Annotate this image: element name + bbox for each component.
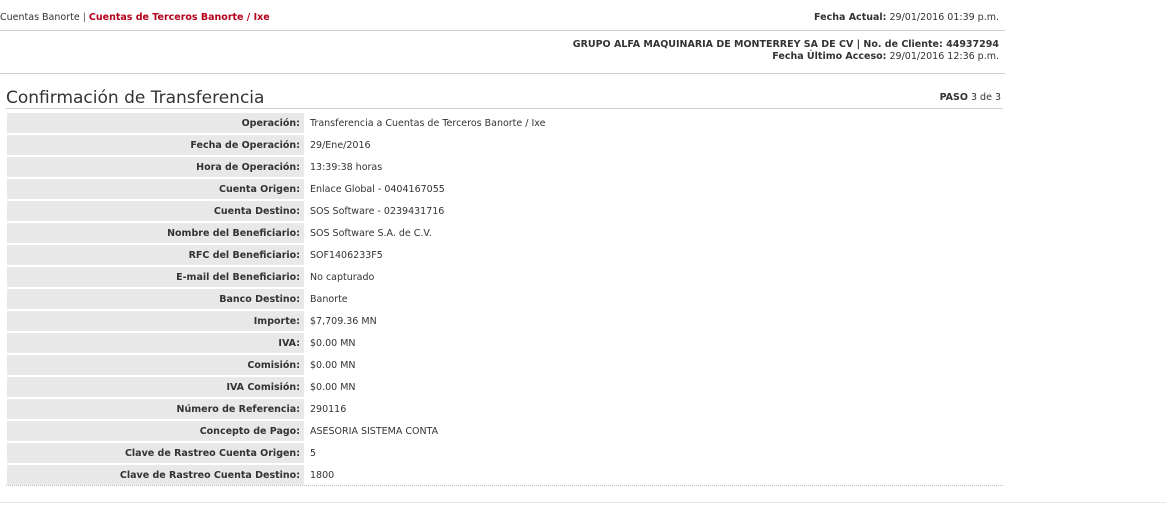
- detail-value: Enlace Global - 0404167055: [310, 183, 445, 195]
- table-row: Clave de Rastreo Cuenta Origen: 5: [7, 443, 1003, 463]
- detail-value: $0.00 MN: [310, 337, 356, 349]
- detail-value: Banorte: [310, 293, 348, 305]
- transfer-details-table: Operación: Transferencia a Cuentas de Ter…: [7, 111, 1003, 487]
- ultimo-acceso: Fecha Último Acceso: 29/01/2016 12:36 p.…: [772, 51, 999, 62]
- detail-value: SOS Software - 0239431716: [310, 205, 445, 217]
- detail-label: Banco Destino:: [7, 289, 304, 309]
- fecha-actual-value: 29/01/2016 01:39 p.m.: [889, 12, 1000, 23]
- detail-label: Clave de Rastreo Cuenta Destino:: [7, 465, 304, 485]
- client-name-number: GRUPO ALFA MAQUINARIA DE MONTERREY SA DE…: [572, 39, 999, 50]
- detail-label: E-mail del Beneficiario:: [7, 267, 304, 287]
- detail-label: Concepto de Pago:: [7, 421, 304, 441]
- detail-label: Hora de Operación:: [7, 157, 304, 177]
- detail-label: Fecha de Operación:: [7, 135, 304, 155]
- detail-value: SOS Software S.A. de C.V.: [310, 227, 432, 239]
- table-row: Clave de Rastreo Cuenta Destino: 1800: [7, 465, 1003, 485]
- table-row: Cuenta Destino: SOS Software - 0239431716: [7, 201, 1003, 221]
- detail-value: $7,709.36 MN: [310, 315, 377, 327]
- ultimo-acceso-value: 29/01/2016 12:36 p.m.: [889, 51, 1000, 62]
- table-row: Banco Destino: Banorte: [7, 289, 1003, 309]
- ultimo-acceso-label: Fecha Último Acceso:: [772, 51, 887, 62]
- title-row: Confirmación de Transferencia PASO 3 de …: [6, 87, 1003, 109]
- detail-label: Número de Referencia:: [7, 399, 304, 419]
- detail-value: 5: [310, 447, 317, 459]
- detail-value: Transferencia a Cuentas de Terceros Bano…: [310, 117, 546, 129]
- detail-label: IVA:: [7, 333, 304, 353]
- detail-label: Nombre del Beneficiario:: [7, 223, 304, 243]
- table-row: Importe: $7,709.36 MN: [7, 311, 1003, 331]
- detail-label: Cuenta Destino:: [7, 201, 304, 221]
- detail-value: 13:39:38 horas: [310, 161, 383, 173]
- breadcrumb-cuentas-banorte[interactable]: Cuentas Banorte: [0, 12, 80, 23]
- table-row: RFC del Beneficiario: SOF1406233F5: [7, 245, 1003, 265]
- top-bar: Cuentas Banorte | Cuentas de Terceros Bano…: [0, 0, 1005, 31]
- breadcrumb: Cuentas Banorte | Cuentas de Terceros Bano…: [0, 12, 270, 23]
- table-row: Nombre del Beneficiario: SOS Software S.A…: [7, 223, 1003, 243]
- step-label: PASO: [939, 92, 968, 103]
- detail-value: 290116: [310, 403, 347, 415]
- page-title: Confirmación de Transferencia: [6, 88, 265, 108]
- fecha-actual: Fecha Actual: 29/01/2016 01:39 p.m.: [814, 12, 999, 23]
- step-indicator: PASO 3 de 3: [940, 92, 1001, 103]
- detail-label: RFC del Beneficiario:: [7, 245, 304, 265]
- table-row: Fecha de Operación: 29/Ene/2016: [7, 135, 1003, 155]
- table-row: Cuenta Origen: Enlace Global - 0404167055: [7, 179, 1003, 199]
- detail-label: Clave de Rastreo Cuenta Origen:: [7, 443, 304, 463]
- detail-value: No capturado: [310, 271, 375, 283]
- detail-label: Importe:: [7, 311, 304, 331]
- divider: [0, 502, 1166, 503]
- table-row: Número de Referencia: 290116: [7, 399, 1003, 419]
- divider: [6, 485, 1003, 486]
- table-row: Hora de Operación: 13:39:38 horas: [7, 157, 1003, 177]
- detail-label: IVA Comisión:: [7, 377, 304, 397]
- breadcrumb-cuentas-terceros[interactable]: Cuentas de Terceros Banorte / Ixe: [89, 12, 270, 23]
- table-row: Concepto de Pago: ASESORIA SISTEMA CONTA: [7, 421, 1003, 441]
- table-row: Comisión: $0.00 MN: [7, 355, 1003, 375]
- client-info: GRUPO ALFA MAQUINARIA DE MONTERREY SA DE…: [0, 31, 1005, 74]
- table-row: E-mail del Beneficiario: No capturado: [7, 267, 1003, 287]
- detail-label: Cuenta Origen:: [7, 179, 304, 199]
- detail-value: SOF1406233F5: [310, 249, 383, 261]
- detail-label: Operación:: [7, 113, 304, 133]
- fecha-actual-label: Fecha Actual:: [814, 12, 887, 23]
- detail-value: ASESORIA SISTEMA CONTA: [310, 425, 439, 437]
- detail-value: $0.00 MN: [310, 359, 356, 371]
- detail-value: $0.00 MN: [310, 381, 356, 393]
- detail-label: Comisión:: [7, 355, 304, 375]
- table-row: Operación: Transferencia a Cuentas de Ter…: [7, 113, 1003, 133]
- table-row: IVA: $0.00 MN: [7, 333, 1003, 353]
- breadcrumb-separator: |: [82, 12, 86, 23]
- table-row: IVA Comisión: $0.00 MN: [7, 377, 1003, 397]
- detail-value: 1800: [310, 469, 335, 481]
- step-value: 3 de 3: [970, 92, 1001, 103]
- detail-value: 29/Ene/2016: [310, 139, 371, 151]
